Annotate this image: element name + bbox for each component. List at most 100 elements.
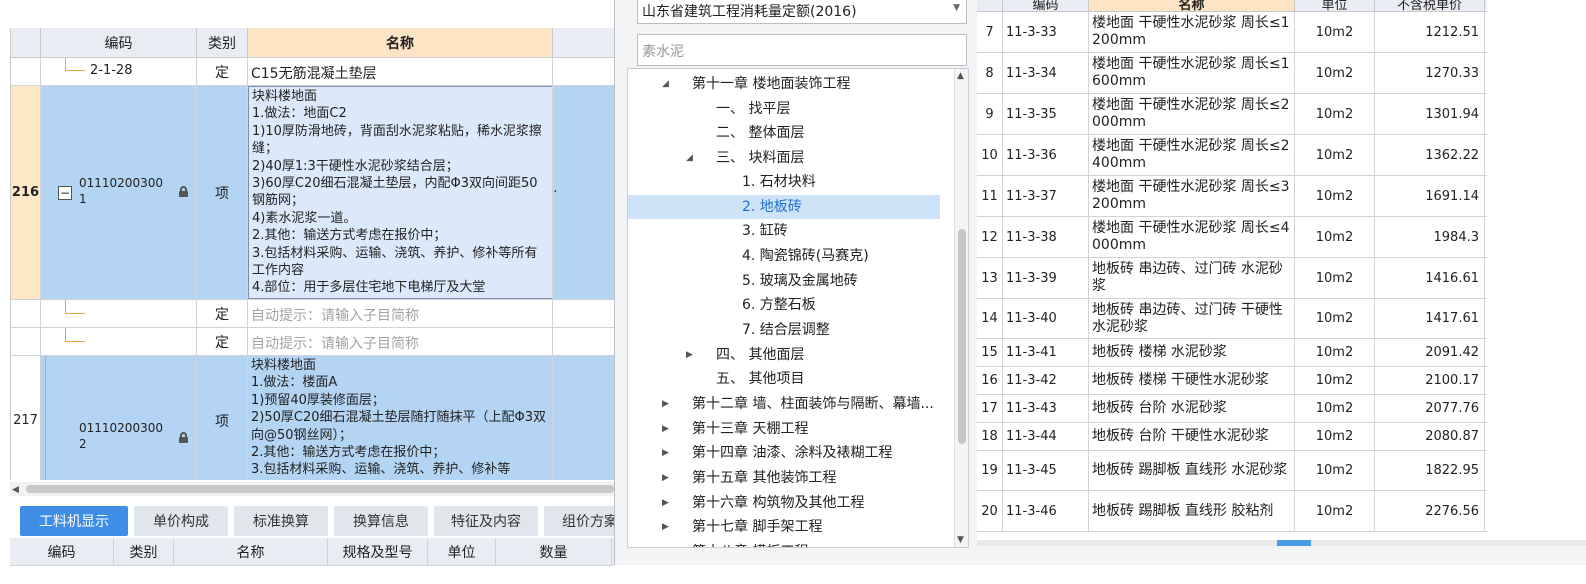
tree-node[interactable]: 二、 整体面层 — [628, 121, 956, 145]
tab-labor-material[interactable]: 工料机显示 — [20, 506, 128, 536]
expand-toggle-icon[interactable]: ▶ — [662, 392, 669, 416]
name-cell[interactable]: 块料楼地面 1.做法：楼面A 1)预留40厚装修面层； 2)50厚C20细石混凝… — [248, 356, 553, 480]
quota-row[interactable]: 19 11-3-45 地板砖 踢脚板 直线形 水泥砂浆 10m2 1822.95 — [977, 451, 1487, 491]
tree-node[interactable]: ▶ 第十二章 墙、柱面装饰与隔断、幕墙... — [628, 392, 956, 416]
collapse-toggle[interactable]: − — [58, 186, 72, 200]
type-cell[interactable]: 定 — [197, 300, 248, 328]
code-column-header[interactable]: 编码 — [41, 28, 197, 58]
quota-row[interactable]: 16 11-3-42 地板砖 楼梯 干硬性水泥砂浆 10m2 2100.17 — [977, 367, 1487, 395]
project-features-editor[interactable]: 块料楼地面 1.做法：地面C2 1)10厚防滑地砖，背面刮水泥浆粘贴，稀水泥浆擦… — [248, 86, 552, 299]
type-cell[interactable]: 项 — [197, 86, 248, 300]
tab-conversion-info[interactable]: 换算信息 — [334, 506, 428, 536]
quota-library-select[interactable]: 山东省建筑工程消耗量定额(2016) ▼ — [637, 0, 967, 24]
quota-unit: 10m2 — [1295, 12, 1375, 52]
scroll-down-icon[interactable]: ▼ — [957, 535, 964, 545]
tab-features[interactable]: 特征及内容 — [434, 506, 538, 536]
horizontal-scrollbar[interactable]: ◀ — [10, 482, 614, 496]
row-number-cell — [11, 300, 41, 328]
tree-node[interactable]: 4. 陶瓷锦砖(马赛克) — [628, 244, 956, 268]
tree-node[interactable]: 一、 找平层 — [628, 97, 956, 121]
type-cell[interactable]: 项 — [197, 356, 248, 480]
col-spec[interactable]: 规格及型号 — [328, 538, 428, 566]
tree-vertical-scrollbar[interactable]: ▲ ▼ — [954, 69, 968, 547]
tree-node[interactable]: 5. 玻璃及金属地砖 — [628, 269, 956, 293]
expand-toggle-icon[interactable]: ▶ — [662, 515, 669, 539]
quota-row[interactable]: 13 11-3-39 地板砖 串边砖、过门砖 水泥砂浆 10m2 1416.61 — [977, 258, 1487, 299]
col-unit[interactable]: 单位 — [1295, 0, 1375, 11]
bill-code: 01110200300 1 — [79, 176, 163, 206]
type-column-header[interactable]: 类别 — [197, 28, 248, 58]
col-type[interactable]: 类别 — [114, 538, 174, 566]
code-cell[interactable]: 2-1-28 — [41, 58, 197, 86]
tree-node[interactable]: ▶ 第十三章 天棚工程 — [628, 417, 956, 441]
more-button[interactable]: ... — [553, 181, 557, 196]
tree-node-selected[interactable]: 2. 地板砖 — [628, 195, 940, 219]
quota-row[interactable]: 14 11-3-40 地板砖 串边砖、过门砖 干硬性水泥砂浆 10m2 1417… — [977, 299, 1487, 339]
tree-node[interactable]: 6. 方整石板 — [628, 293, 956, 317]
type-cell[interactable]: 定 — [197, 328, 248, 356]
tree-node[interactable]: 7. 结合层调整 — [628, 318, 956, 342]
tree-node[interactable]: ▶ 第十七章 脚手架工程 — [628, 515, 956, 539]
quota-row[interactable]: 7 11-3-33 楼地面 干硬性水泥砂浆 周长≤1200mm 10m2 121… — [977, 12, 1487, 53]
expand-toggle-icon[interactable]: ▶ — [662, 417, 669, 441]
tab-standard-conversion[interactable]: 标准换算 — [234, 506, 328, 536]
tree-node[interactable]: 3. 缸砖 — [628, 219, 956, 243]
name-hint-cell[interactable]: 自动提示：请输入子目简称 — [248, 300, 553, 328]
dropdown-arrow-icon[interactable]: ▼ — [953, 3, 960, 13]
scroll-up-icon[interactable]: ▲ — [957, 71, 964, 81]
quota-row[interactable]: 18 11-3-44 地板砖 台阶 干硬性水泥砂浆 10m2 2080.87 — [977, 423, 1487, 451]
expand-toggle-icon[interactable]: ▶ — [686, 343, 693, 367]
expand-toggle-icon[interactable]: ◢ — [662, 72, 669, 96]
row-number-cell[interactable]: 217 — [11, 356, 41, 480]
type-cell[interactable]: 定 — [197, 58, 248, 86]
tab-unit-price[interactable]: 单价构成 — [134, 506, 228, 536]
expand-toggle-icon[interactable]: ▶ — [662, 540, 669, 547]
tree-node[interactable]: ◢ 第十一章 楼地面装饰工程 — [628, 72, 956, 96]
name-hint-cell[interactable]: 自动提示：请输入子目简称 — [248, 328, 553, 356]
tree-node[interactable]: ▶ 第十五章 其他装饰工程 — [628, 466, 956, 490]
col-price[interactable]: 不含税单价 — [1375, 0, 1485, 11]
search-input[interactable]: 素水泥 — [637, 34, 967, 66]
col-code[interactable]: 编码 — [1003, 0, 1089, 11]
col-quantity[interactable]: 数量 — [496, 538, 612, 566]
quota-code: 11-3-44 — [1003, 423, 1089, 450]
expand-toggle-icon[interactable]: ◢ — [686, 146, 693, 170]
quota-row[interactable]: 17 11-3-43 地板砖 台阶 水泥砂浆 10m2 2077.76 — [977, 395, 1487, 423]
scrollbar-thumb[interactable] — [958, 229, 966, 444]
code-cell[interactable] — [41, 300, 197, 328]
expand-toggle-icon[interactable]: ▶ — [662, 491, 669, 515]
scrollbar-thumb[interactable] — [26, 485, 614, 493]
code-cell[interactable]: − 01110200300 1 — [41, 86, 197, 300]
quota-row[interactable]: 8 11-3-34 楼地面 干硬性水泥砂浆 周长≤1600mm 10m2 127… — [977, 53, 1487, 94]
tree-node[interactable]: ▶ 第十六章 构筑物及其他工程 — [628, 491, 956, 515]
col-unit[interactable]: 单位 — [428, 538, 496, 566]
code-cell[interactable]: 01110200300 2 — [41, 356, 197, 480]
tree-node[interactable]: 五、 其他项目 — [628, 367, 956, 391]
quota-table-splitter[interactable] — [977, 540, 1586, 546]
tree-node[interactable]: 1. 石材块料 — [628, 170, 956, 194]
tree-node[interactable]: ◢ 三、 块料面层 — [628, 146, 956, 170]
tree-node[interactable]: ▶ 第十四章 油漆、涂料及裱糊工程 — [628, 441, 956, 465]
col-code[interactable]: 编码 — [10, 538, 114, 566]
quota-price: 1416.61 — [1375, 258, 1485, 298]
quota-row[interactable]: 10 11-3-36 楼地面 干硬性水泥砂浆 周长≤2400mm 10m2 13… — [977, 135, 1487, 176]
tab-pricing-plan[interactable]: 组价方案 — [544, 506, 614, 536]
col-name[interactable]: 名称 — [1089, 0, 1295, 11]
name-cell[interactable]: 块料楼地面 1.做法：地面C2 1)10厚防滑地砖，背面刮水泥浆粘贴，稀水泥浆擦… — [248, 86, 553, 300]
tree-node[interactable]: ▶ 四、 其他面层 — [628, 343, 956, 367]
splitter-grip[interactable] — [1277, 540, 1311, 546]
expand-toggle-icon[interactable]: ▶ — [662, 466, 669, 490]
code-cell[interactable] — [41, 328, 197, 356]
tree-node[interactable]: ▶ 第十八章 模板工程 — [628, 540, 956, 547]
quota-row[interactable]: 9 11-3-35 楼地面 干硬性水泥砂浆 周长≤2000mm 10m2 130… — [977, 94, 1487, 135]
quota-row[interactable]: 11 11-3-37 楼地面 干硬性水泥砂浆 周长≤3200mm 10m2 16… — [977, 176, 1487, 217]
name-column-header[interactable]: 名称 — [248, 28, 553, 58]
scroll-left-icon[interactable]: ◀ — [12, 485, 19, 495]
quota-row[interactable]: 20 11-3-46 地板砖 踢脚板 直线形 胶粘剂 10m2 2276.56 — [977, 491, 1487, 532]
row-number-cell[interactable]: 216 — [11, 86, 41, 300]
col-name[interactable]: 名称 — [174, 538, 328, 566]
expand-toggle-icon[interactable]: ▶ — [662, 441, 669, 465]
name-cell[interactable]: C15无筋混凝土垫层 — [248, 58, 553, 86]
quota-row[interactable]: 12 11-3-38 楼地面 干硬性水泥砂浆 周长≤4000mm 10m2 19… — [977, 217, 1487, 258]
quota-row[interactable]: 15 11-3-41 地板砖 楼梯 水泥砂浆 10m2 2091.42 — [977, 339, 1487, 367]
